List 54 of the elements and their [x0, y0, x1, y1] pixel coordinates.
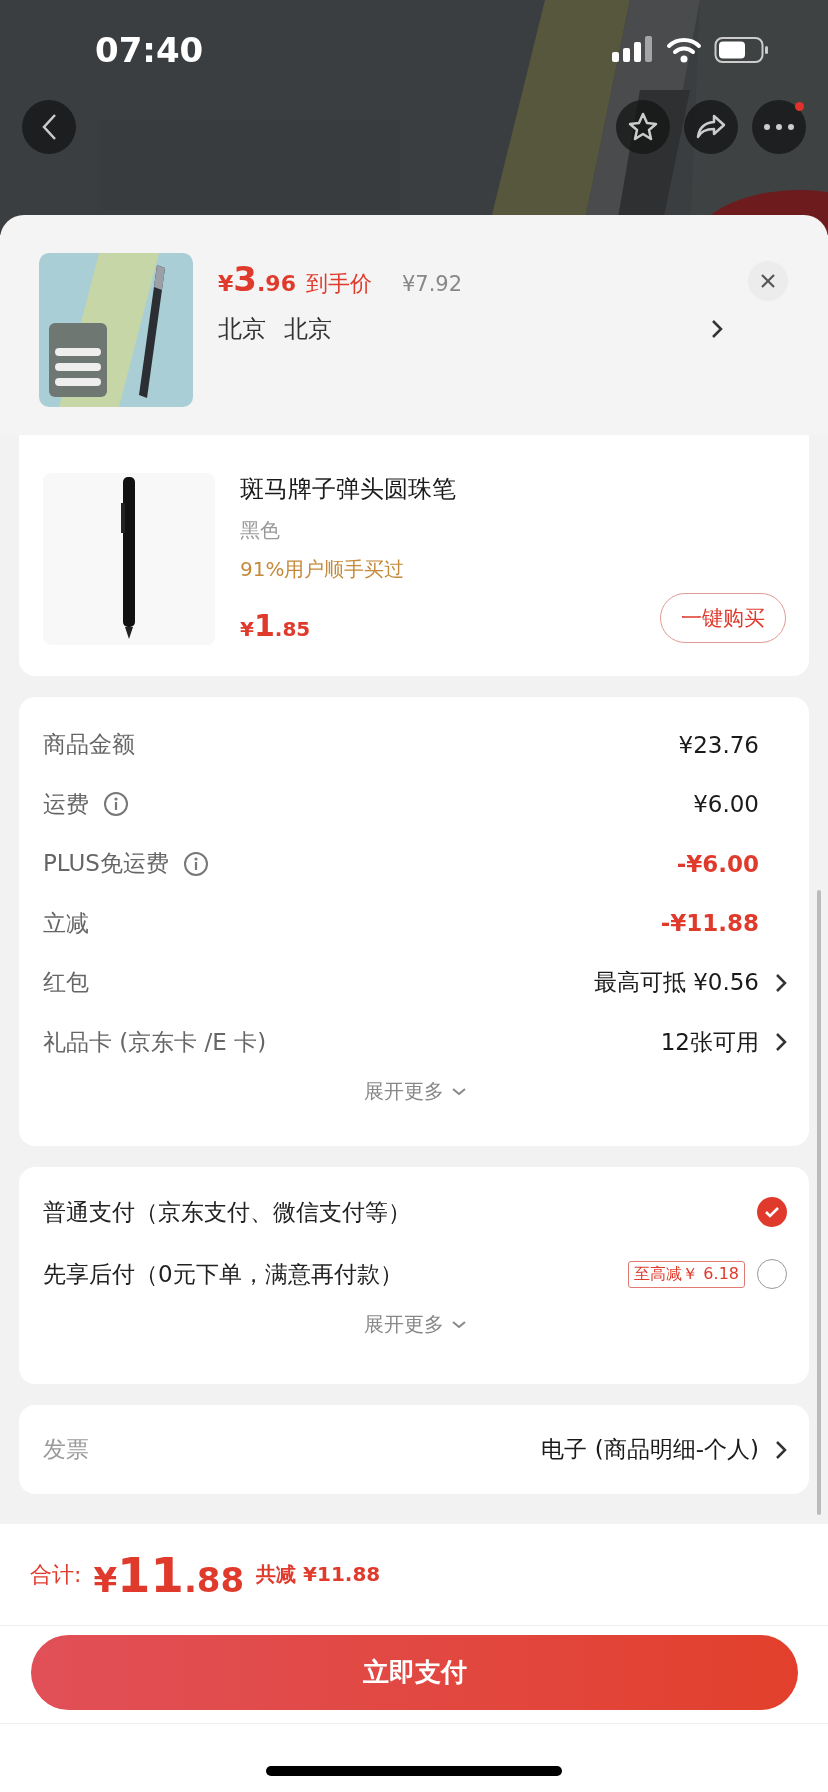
fee-value: ¥6.00	[693, 791, 759, 818]
product-title: 斑马牌子弹头圆珠笔	[240, 474, 457, 505]
fee-label: 立减	[43, 908, 89, 938]
radio-button[interactable]	[757, 1197, 787, 1227]
fee-label: 礼品卡 (京东卡 /E 卡)	[43, 1027, 267, 1057]
status-time: 07:40	[95, 30, 204, 70]
invoice-card[interactable]: 发票 电子 (商品明细-个人)	[19, 1405, 809, 1494]
product-variant: 黑色	[240, 517, 281, 544]
fee-value[interactable]: 最高可抵 ¥0.56	[593, 967, 759, 999]
chevron-down-icon	[452, 1320, 466, 1329]
discount-tag: 至高减￥ 6.18	[628, 1260, 745, 1288]
invoice-label: 发票	[43, 1435, 89, 1464]
fee-label: 运费	[43, 789, 89, 819]
signal-icon	[612, 36, 654, 64]
original-price: ¥7.92	[401, 272, 463, 296]
chevron-right-icon	[711, 319, 723, 339]
fee-label: 红包	[43, 968, 89, 998]
location-text: 北京	[218, 314, 266, 345]
close-button[interactable]	[748, 261, 788, 301]
radio-button[interactable]	[757, 1259, 787, 1289]
fee-value: -¥6.00	[676, 850, 759, 877]
location-text: 北京	[284, 314, 332, 345]
close-icon	[760, 273, 776, 289]
total-price: ¥11.88	[93, 1546, 245, 1603]
chevron-down-icon	[452, 1087, 466, 1096]
fee-label: PLUS免运费	[43, 849, 169, 879]
saving-text: 共减 ¥11.88	[256, 1561, 381, 1588]
purchase-note: 91%用户顺手买过	[240, 556, 406, 583]
back-icon	[41, 113, 57, 141]
fee-value: ¥23.76	[678, 731, 759, 758]
buy-now-button[interactable]: 一键购买	[660, 593, 786, 643]
product-price: ¥1.85	[240, 608, 311, 643]
share-icon	[695, 113, 727, 141]
fee-value[interactable]: 12张可用	[660, 1026, 759, 1058]
price-label: 到手价	[305, 270, 372, 298]
expand-more-button[interactable]: 展开更多	[358, 1305, 472, 1344]
chevron-right-icon	[775, 1439, 787, 1460]
wifi-icon	[666, 36, 702, 64]
notification-dot	[795, 102, 804, 111]
more-icon	[764, 124, 794, 130]
payment-option[interactable]: 普通支付（京东支付、微信支付等）	[43, 1196, 411, 1228]
payment-option[interactable]: 先享后付（0元下单，满意再付款）	[43, 1258, 403, 1290]
info-icon[interactable]	[103, 791, 129, 818]
final-price: ¥3.96	[218, 259, 296, 299]
invoice-value: 电子 (商品明细-个人)	[541, 1435, 759, 1464]
total-label: 合计:	[30, 1560, 82, 1589]
fee-label: 商品金额	[43, 730, 135, 760]
fee-value: -¥11.88	[660, 910, 759, 937]
info-icon[interactable]	[183, 850, 209, 877]
expand-more-button[interactable]: 展开更多	[358, 1072, 472, 1111]
check-icon	[764, 1206, 780, 1218]
battery-icon	[714, 36, 770, 64]
star-icon	[627, 111, 659, 143]
pay-button[interactable]: 立即支付	[31, 1635, 798, 1710]
